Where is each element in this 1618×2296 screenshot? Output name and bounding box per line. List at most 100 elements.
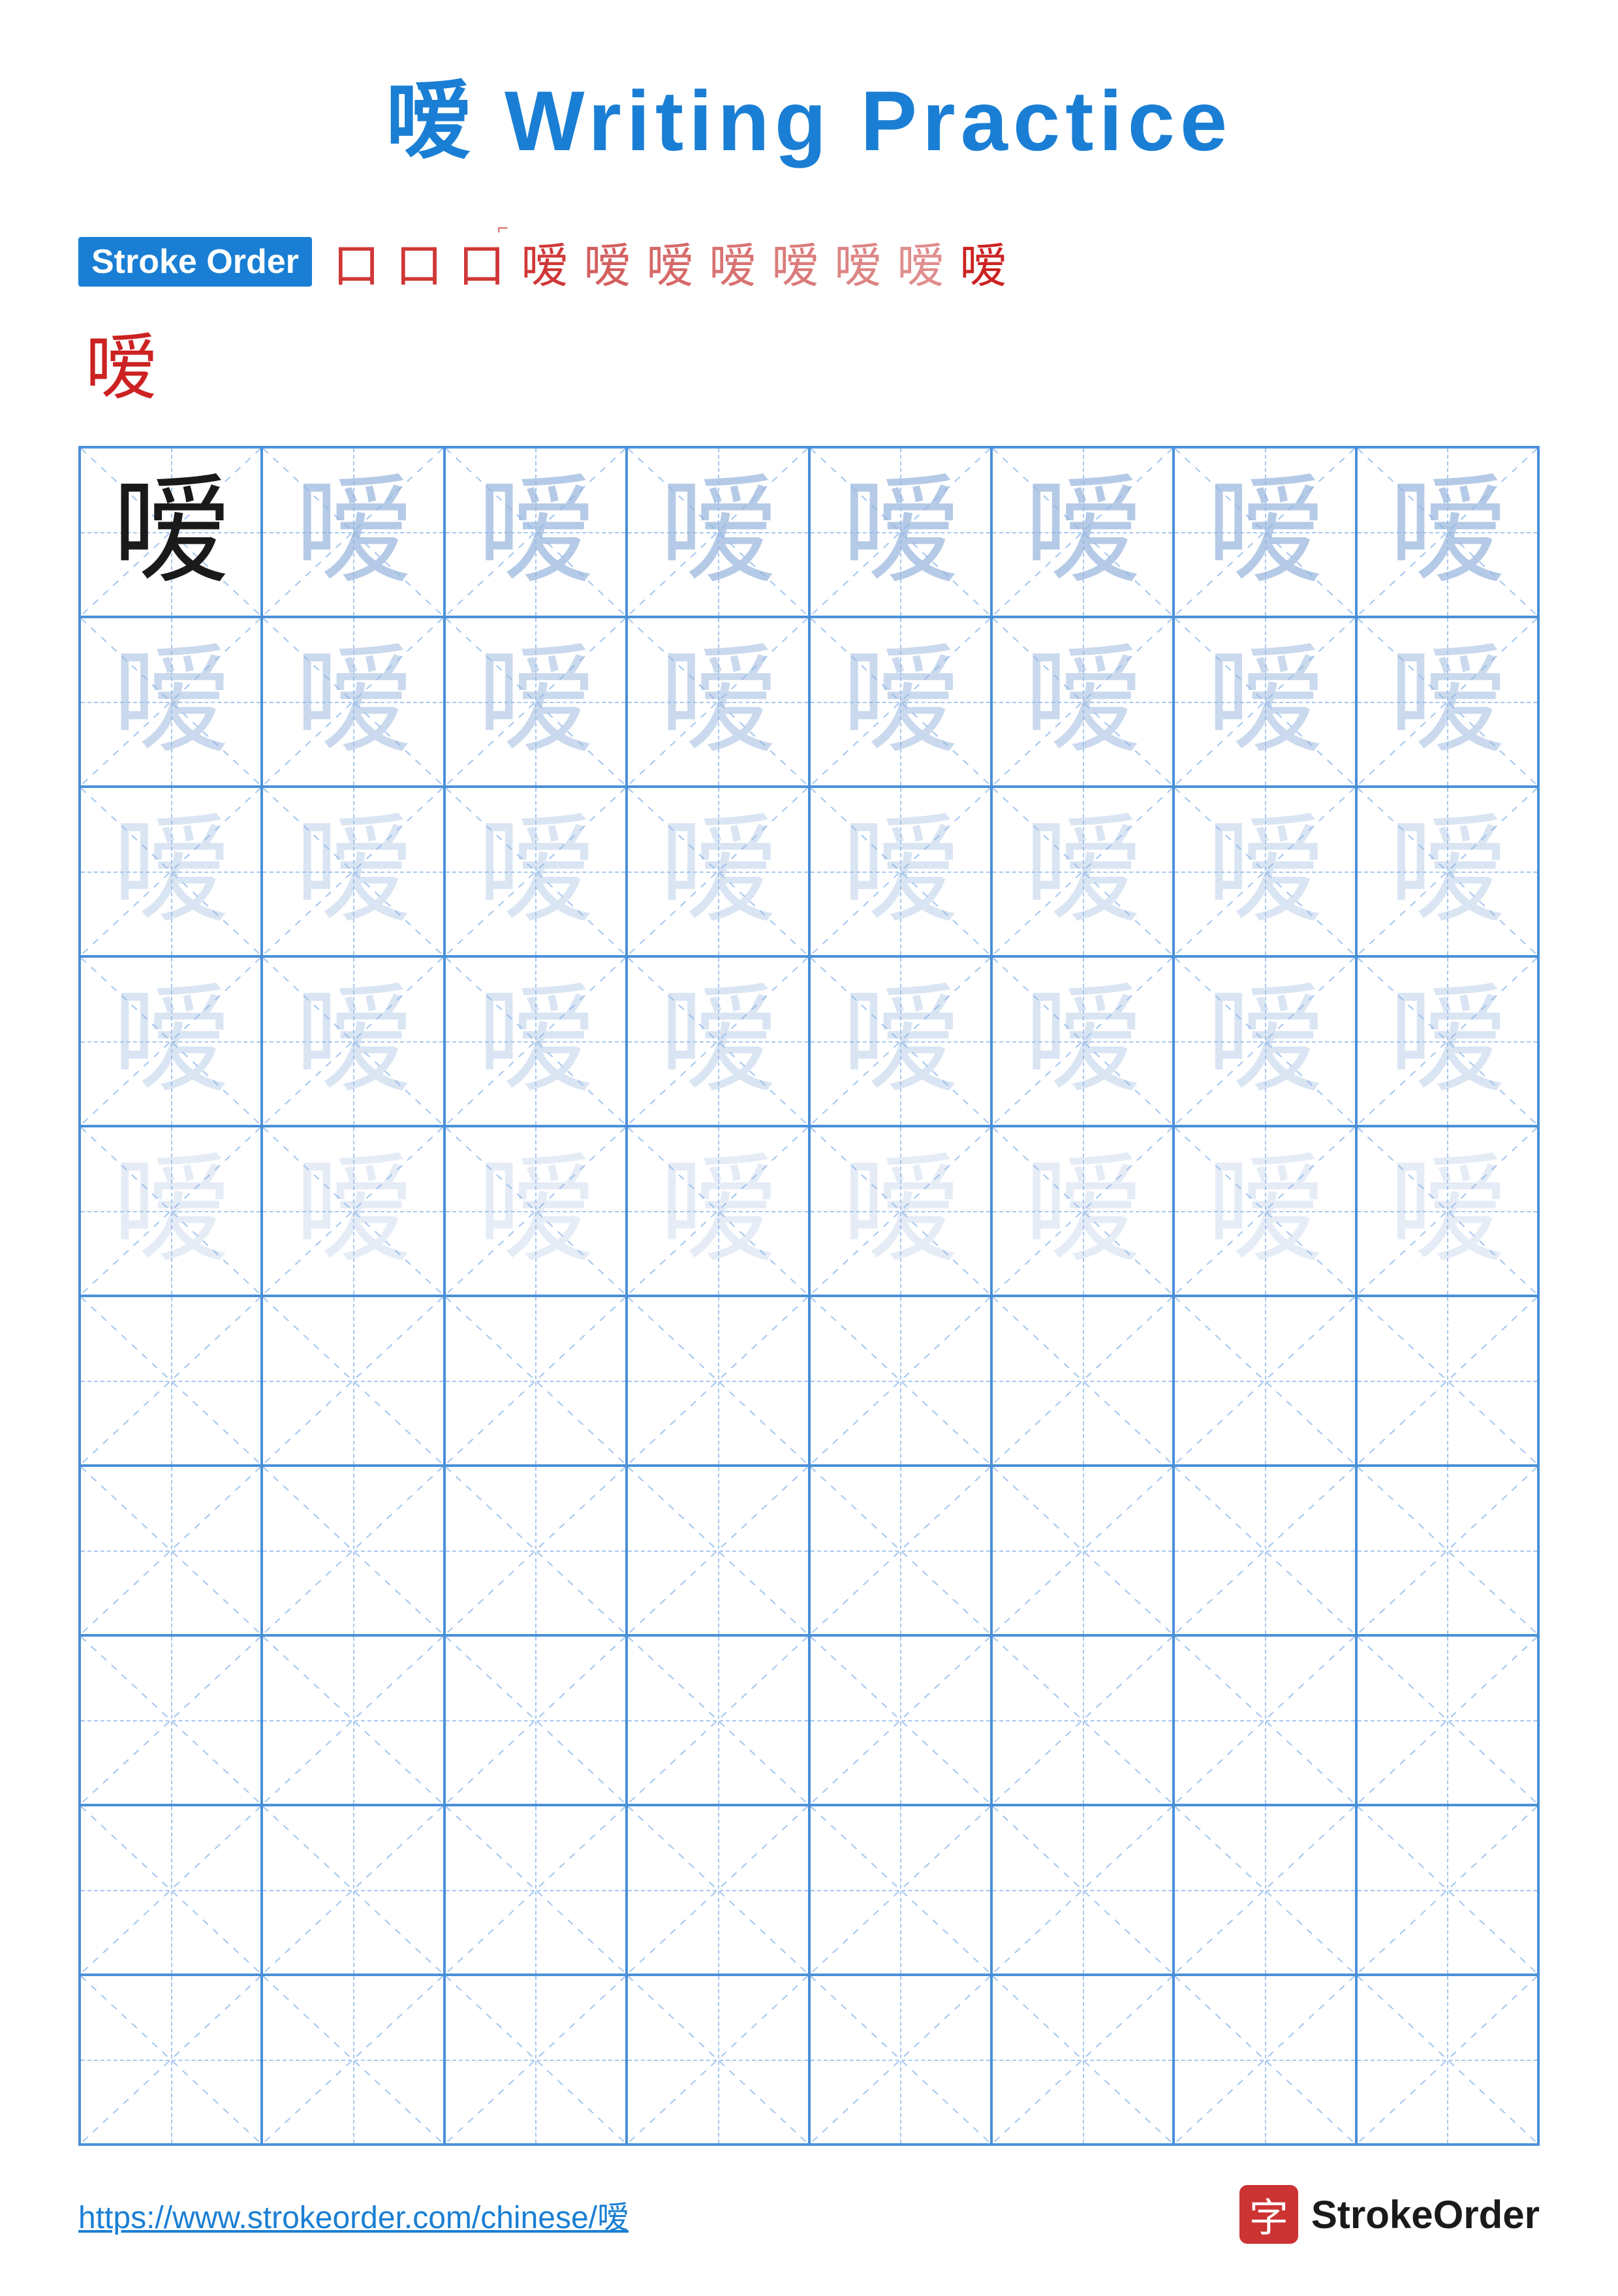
grid-cell-empty[interactable] [627,1466,809,1635]
grid-cell-empty[interactable] [444,1975,627,2145]
grid-cell-empty[interactable] [991,1635,1174,1805]
grid-cell-empty[interactable] [262,1975,444,2145]
grid-cell[interactable]: 嗳 [991,1126,1174,1296]
grid-cell[interactable]: 嗳 [262,787,444,956]
grid-cell[interactable]: 嗳 [1174,447,1356,617]
grid-cell-empty[interactable] [80,1296,262,1466]
grid-cell[interactable]: 嗳 [444,447,627,617]
grid-cell-empty[interactable] [1356,1466,1538,1635]
practice-char: 嗳 [1388,983,1506,1100]
grid-cell[interactable]: 嗳 [627,617,809,787]
grid-cell-empty[interactable] [1174,1975,1356,2145]
practice-char: 嗳 [476,813,594,930]
grid-cell-empty[interactable] [991,1805,1174,1975]
grid-cell-empty[interactable] [809,1635,991,1805]
grid-cell[interactable]: 嗳 [80,617,262,787]
grid-cell[interactable]: 嗳 [809,617,991,787]
grid-cell-empty[interactable] [991,1975,1174,2145]
grid-cell-empty[interactable] [262,1635,444,1805]
grid-cell[interactable]: 嗳 [262,447,444,617]
grid-cell-empty[interactable] [444,1466,627,1635]
grid-cell[interactable]: 嗳 [444,956,627,1126]
practice-char: 嗳 [659,983,777,1100]
grid-cell-empty[interactable] [1174,1296,1356,1466]
grid-cell[interactable]: 嗳 [1174,1126,1356,1296]
practice-char: 嗳 [1024,643,1142,761]
grid-cell-empty[interactable] [991,1296,1174,1466]
grid-cell[interactable]: 嗳 [80,956,262,1126]
stroke-order-final-char: 嗳 [85,309,157,413]
grid-cell[interactable]: 嗳 [262,1126,444,1296]
grid-cell-empty[interactable] [1174,1466,1356,1635]
stroke-order-row: Stroke Order ⼝ 口 口⌐ 嗳 嗳 嗳 嗳 嗳 嗳 嗳 嗳 [78,227,1014,296]
grid-cell[interactable]: 嗳 [627,447,809,617]
grid-cell[interactable]: 嗳 [1356,617,1538,787]
grid-cell[interactable]: 嗳 [627,787,809,956]
grid-cell[interactable]: 嗳 [1174,956,1356,1126]
grid-cell[interactable]: 嗳 [80,787,262,956]
grid-cell[interactable]: 嗳 [809,787,991,956]
grid-cell[interactable]: 嗳 [80,447,262,617]
practice-char: 嗳 [476,1152,594,1270]
grid-cell-empty[interactable] [262,1466,444,1635]
grid-cell[interactable]: 嗳 [991,447,1174,617]
grid-cell[interactable]: 嗳 [1174,617,1356,787]
grid-cell[interactable]: 嗳 [1174,787,1356,956]
grid-cell-empty[interactable] [627,1296,809,1466]
grid-cell[interactable]: 嗳 [80,1126,262,1296]
grid-cell[interactable]: 嗳 [991,617,1174,787]
grid-cell-empty[interactable] [262,1296,444,1466]
grid-cell[interactable]: 嗳 [444,617,627,787]
practice-char: 嗳 [112,1152,230,1270]
grid-cell-empty[interactable] [1174,1805,1356,1975]
grid-cell-empty[interactable] [809,1466,991,1635]
practice-char: 嗳 [112,643,230,761]
footer-url[interactable]: https://www.strokeorder.com/chinese/嗳 [78,2192,629,2237]
grid-cell-empty[interactable] [1356,1975,1538,2145]
grid-cell-empty[interactable] [1356,1805,1538,1975]
grid-cell[interactable]: 嗳 [627,956,809,1126]
practice-char: 嗳 [1024,983,1142,1100]
grid-cell[interactable]: 嗳 [809,1126,991,1296]
grid-cell[interactable]: 嗳 [1356,447,1538,617]
grid-cell[interactable]: 嗳 [1356,787,1538,956]
practice-char: 嗳 [1388,1152,1506,1270]
grid-cell-empty[interactable] [444,1296,627,1466]
grid-cell-empty[interactable] [1356,1296,1538,1466]
grid-cell[interactable]: 嗳 [444,787,627,956]
practice-char: 嗳 [1024,813,1142,930]
grid-cell[interactable]: 嗳 [809,447,991,617]
grid-cell[interactable]: 嗳 [1356,956,1538,1126]
grid-cell[interactable]: 嗳 [809,956,991,1126]
grid-cell[interactable]: 嗳 [262,956,444,1126]
grid-cell[interactable]: 嗳 [1356,1126,1538,1296]
grid-cell[interactable]: 嗳 [444,1126,627,1296]
grid-cell-empty[interactable] [444,1635,627,1805]
grid-cell-empty[interactable] [262,1805,444,1975]
grid-cell-empty[interactable] [809,1805,991,1975]
grid-cell-empty[interactable] [809,1296,991,1466]
grid-cell-empty[interactable] [80,1635,262,1805]
stroke-step-1: ⼝ [333,227,380,296]
grid-cell-empty[interactable] [1356,1635,1538,1805]
grid-cell-empty[interactable] [80,1805,262,1975]
practice-char: 嗳 [659,813,777,930]
grid-cell-empty[interactable] [444,1805,627,1975]
practice-char: 嗳 [1206,983,1324,1100]
stroke-step-final: 嗳 [959,227,1006,296]
stroke-step-6: 嗳 [646,227,693,296]
grid-cell[interactable]: 嗳 [991,956,1174,1126]
practice-char: 嗳 [112,813,230,930]
grid-cell-empty[interactable] [809,1975,991,2145]
grid-cell-empty[interactable] [80,1975,262,2145]
practice-char: 嗳 [841,643,959,761]
grid-cell[interactable]: 嗳 [627,1126,809,1296]
grid-cell-empty[interactable] [1174,1635,1356,1805]
grid-cell-empty[interactable] [627,1805,809,1975]
grid-cell-empty[interactable] [627,1635,809,1805]
grid-cell-empty[interactable] [80,1466,262,1635]
grid-cell[interactable]: 嗳 [262,617,444,787]
grid-cell[interactable]: 嗳 [991,787,1174,956]
grid-cell-empty[interactable] [627,1975,809,2145]
grid-cell-empty[interactable] [991,1466,1174,1635]
